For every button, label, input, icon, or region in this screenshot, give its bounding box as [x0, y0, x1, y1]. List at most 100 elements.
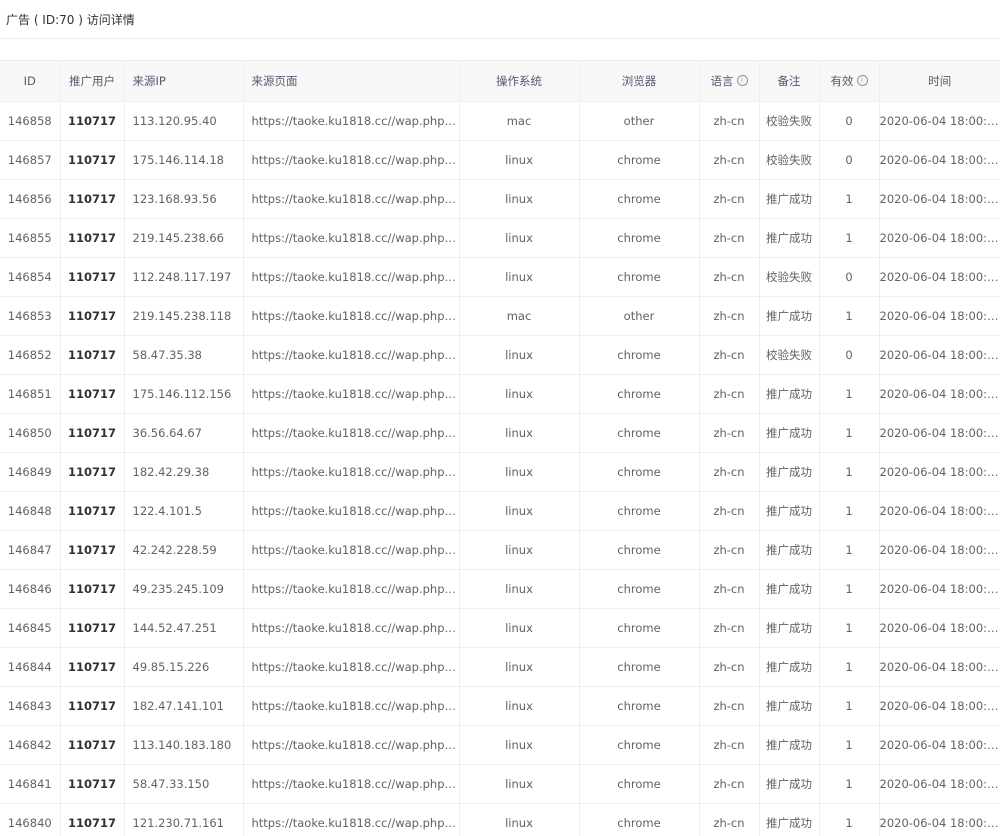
cell-os: linux — [459, 452, 580, 492]
cell-lang: zh-cn — [699, 647, 760, 687]
page-title: 广告 ( ID:70 ) 访问详情 — [6, 12, 135, 27]
cell-id: 146855 — [0, 218, 61, 258]
cell-valid: 0 — [819, 257, 880, 297]
cell-id: 146851 — [0, 374, 61, 414]
valid-info-icon[interactable]: i — [856, 75, 868, 86]
cell-browser: chrome — [579, 725, 700, 765]
column-header-note: 备注 — [759, 60, 820, 102]
cell-lang: zh-cn — [699, 764, 760, 804]
column-header-user: 推广用户 — [60, 60, 125, 102]
column-header-browser: 浏览器 — [579, 60, 700, 102]
cell-browser: chrome — [579, 530, 700, 570]
cell-ip: 49.85.15.226 — [124, 647, 244, 687]
cell-lang: zh-cn — [699, 101, 760, 141]
cell-valid: 1 — [819, 296, 880, 336]
cell-user: 110717 — [60, 452, 125, 492]
cell-browser: chrome — [579, 608, 700, 648]
cell-id: 146854 — [0, 257, 61, 297]
cell-os: linux — [459, 569, 580, 609]
cell-time: 2020-06-04 18:00:35 — [879, 101, 1000, 141]
cell-browser: chrome — [579, 452, 700, 492]
table-row: 146843 110717 182.47.141.101 https://taoke.… — [0, 686, 1000, 726]
column-header-os: 操作系统 — [459, 60, 580, 102]
cell-page: https://taoke.ku1818.cc//wap.php/UserAcc… — [243, 647, 460, 687]
cell-browser: chrome — [579, 647, 700, 687]
cell-time: 2020-06-04 18:00:27 — [879, 764, 1000, 804]
table-row: 146845 110717 144.52.47.251 https://taoke.k… — [0, 608, 1000, 648]
cell-id: 146857 — [0, 140, 61, 180]
table-row: 146842 110717 113.140.183.180 https://taoke… — [0, 725, 1000, 765]
cell-id: 146853 — [0, 296, 61, 336]
lang-info-icon[interactable]: i — [736, 75, 748, 86]
table-row: 146857 110717 175.146.114.18 https://taoke.… — [0, 140, 1000, 180]
cell-lang: zh-cn — [699, 335, 760, 375]
cell-note: 推广成功 — [759, 569, 820, 609]
cell-page: https://taoke.ku1818.cc//wap.php/UserAcc… — [243, 140, 460, 180]
cell-page: https://taoke.ku1818.cc//wap.php/UserAcc… — [243, 218, 460, 258]
cell-browser: chrome — [579, 335, 700, 375]
cell-os: linux — [459, 530, 580, 570]
cell-note: 校验失败 — [759, 140, 820, 180]
table-row: 146844 110717 49.85.15.226 https://taoke.ku… — [0, 647, 1000, 687]
cell-ip: 182.42.29.38 — [124, 452, 244, 492]
cell-valid: 1 — [819, 569, 880, 609]
table-row: 146841 110717 58.47.33.150 https://taoke.ku… — [0, 764, 1000, 804]
cell-os: linux — [459, 647, 580, 687]
cell-valid: 1 — [819, 608, 880, 648]
table-header-row: ID 推广用户 来源IP 来源页面 操作系统 浏览器 语言 i 备注 有效 i 时间 — [0, 60, 1000, 102]
cell-browser: chrome — [579, 686, 700, 726]
cell-os: linux — [459, 140, 580, 180]
cell-page: https://taoke.ku1818.cc//wap.php/UserAcc… — [243, 569, 460, 609]
cell-note: 推广成功 — [759, 608, 820, 648]
cell-valid: 1 — [819, 218, 880, 258]
cell-id: 146858 — [0, 101, 61, 141]
cell-os: linux — [459, 764, 580, 804]
cell-lang: zh-cn — [699, 686, 760, 726]
cell-time: 2020-06-04 18:00:34 — [879, 413, 1000, 453]
table-row: 146855 110717 219.145.238.66 https://taoke.… — [0, 218, 1000, 258]
cell-id: 146848 — [0, 491, 61, 531]
cell-lang: zh-cn — [699, 296, 760, 336]
cell-lang: zh-cn — [699, 374, 760, 414]
cell-user: 110717 — [60, 530, 125, 570]
cell-user: 110717 — [60, 647, 125, 687]
cell-time: 2020-06-04 18:00:34 — [879, 296, 1000, 336]
table-row: 146858 110717 113.120.95.40 https://taoke.k… — [0, 101, 1000, 141]
cell-user: 110717 — [60, 725, 125, 765]
cell-id: 146844 — [0, 647, 61, 687]
cell-valid: 1 — [819, 647, 880, 687]
cell-browser: chrome — [579, 218, 700, 258]
cell-note: 推广成功 — [759, 725, 820, 765]
cell-id: 146842 — [0, 725, 61, 765]
cell-valid: 1 — [819, 413, 880, 453]
cell-user: 110717 — [60, 686, 125, 726]
cell-note: 校验失败 — [759, 257, 820, 297]
cell-id: 146845 — [0, 608, 61, 648]
cell-os: mac — [459, 101, 580, 141]
cell-id: 146852 — [0, 335, 61, 375]
column-header-valid-label: 有效 — [830, 74, 854, 88]
table-row: 146840 110717 121.230.71.161 https://taoke.… — [0, 803, 1000, 836]
cell-ip: 182.47.141.101 — [124, 686, 244, 726]
cell-time: 2020-06-04 18:00:31 — [879, 569, 1000, 609]
cell-id: 146850 — [0, 413, 61, 453]
cell-note: 推广成功 — [759, 686, 820, 726]
cell-os: linux — [459, 335, 580, 375]
cell-valid: 0 — [819, 335, 880, 375]
cell-note: 推广成功 — [759, 413, 820, 453]
cell-valid: 1 — [819, 452, 880, 492]
cell-ip: 36.56.64.67 — [124, 413, 244, 453]
cell-user: 110717 — [60, 608, 125, 648]
cell-os: linux — [459, 491, 580, 531]
column-header-time: 时间 — [879, 60, 1000, 102]
cell-valid: 0 — [819, 101, 880, 141]
cell-page: https://taoke.ku1818.cc//wap.php/UserAcc… — [243, 296, 460, 336]
cell-user: 110717 — [60, 413, 125, 453]
cell-valid: 1 — [819, 374, 880, 414]
column-header-id: ID — [0, 60, 61, 102]
table-row: 146846 110717 49.235.245.109 https://taoke.… — [0, 569, 1000, 609]
cell-ip: 58.47.33.150 — [124, 764, 244, 804]
cell-note: 推广成功 — [759, 764, 820, 804]
cell-time: 2020-06-04 18:00:28 — [879, 725, 1000, 765]
column-header-lang: 语言 i — [699, 60, 760, 102]
